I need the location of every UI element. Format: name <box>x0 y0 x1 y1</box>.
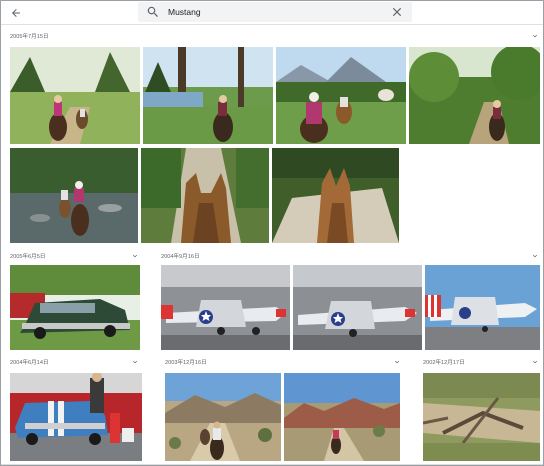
trail-ride-lake-image <box>143 47 273 144</box>
chevron-down-icon[interactable] <box>531 252 539 260</box>
arrow-left-icon <box>12 9 20 17</box>
photo-thumbnail[interactable] <box>10 265 140 350</box>
desert-trail-ride-image <box>165 373 281 461</box>
dry-river-logs-image <box>423 373 540 461</box>
trail-ride-forest-image <box>10 47 140 144</box>
photo-thumbnail[interactable] <box>425 265 540 350</box>
green-mustang-car-image <box>10 265 140 350</box>
trail-ride-meadow-mountains-image <box>276 47 406 144</box>
photo-thumbnail[interactable] <box>161 265 290 350</box>
bottom-border <box>1 464 543 465</box>
photo-thumbnail[interactable] <box>409 47 540 144</box>
date-label: 2005年6月5日 <box>10 254 46 260</box>
search-input[interactable] <box>168 4 378 20</box>
date-label: 2004年6月14日 <box>10 360 49 366</box>
date-header: 2004年9月16日 <box>161 250 200 262</box>
search-icon[interactable] <box>146 5 160 19</box>
river-crossing-image <box>10 148 138 243</box>
photo-thumbnail[interactable] <box>141 148 269 243</box>
date-label: 2002年12月17日 <box>423 360 465 366</box>
photo-thumbnail[interactable] <box>10 148 138 243</box>
p51-mustang-plane-sky-image <box>425 265 540 350</box>
blue-shelby-car-image <box>10 373 142 461</box>
photo-thumbnail[interactable] <box>10 373 142 461</box>
chevron-down-icon[interactable] <box>531 32 539 40</box>
photo-thumbnail[interactable] <box>423 373 540 461</box>
photo-thumbnail[interactable] <box>10 47 140 144</box>
photo-thumbnail[interactable] <box>284 373 400 461</box>
search-toolbar <box>1 1 543 25</box>
date-header: 2002年12月17日 <box>423 356 465 368</box>
mountain-trail-ride-image <box>284 373 400 461</box>
chevron-down-icon[interactable] <box>131 358 139 366</box>
photo-search-results-window: 2005年7月15日 <box>0 0 544 466</box>
p51-mustang-planes-2-image <box>293 265 422 350</box>
back-button[interactable] <box>7 4 25 22</box>
date-label: 2003年12月16日 <box>165 360 207 366</box>
close-icon[interactable] <box>390 5 404 19</box>
date-header: 2003年12月16日 <box>165 356 207 368</box>
chevron-down-icon[interactable] <box>393 358 401 366</box>
date-label: 2004年9月16日 <box>161 254 200 260</box>
chevron-down-icon[interactable] <box>131 252 139 260</box>
date-header: 2005年7月15日 <box>10 30 49 42</box>
photo-thumbnail[interactable] <box>276 47 406 144</box>
photo-thumbnail[interactable] <box>272 148 399 243</box>
horse-ears-trail-image <box>141 148 269 243</box>
horse-head-trail-image <box>272 148 399 243</box>
date-label: 2005年7月15日 <box>10 34 49 40</box>
photo-thumbnail[interactable] <box>165 373 281 461</box>
search-box <box>138 2 412 22</box>
date-header: 2005年6月5日 <box>10 250 45 262</box>
date-header: 2004年6月14日 <box>10 356 49 368</box>
chevron-down-icon[interactable] <box>531 358 539 366</box>
p51-mustang-planes-image <box>161 265 290 350</box>
photo-thumbnail[interactable] <box>293 265 422 350</box>
photo-thumbnail[interactable] <box>143 47 273 144</box>
trail-ride-green-woods-image <box>409 47 540 144</box>
